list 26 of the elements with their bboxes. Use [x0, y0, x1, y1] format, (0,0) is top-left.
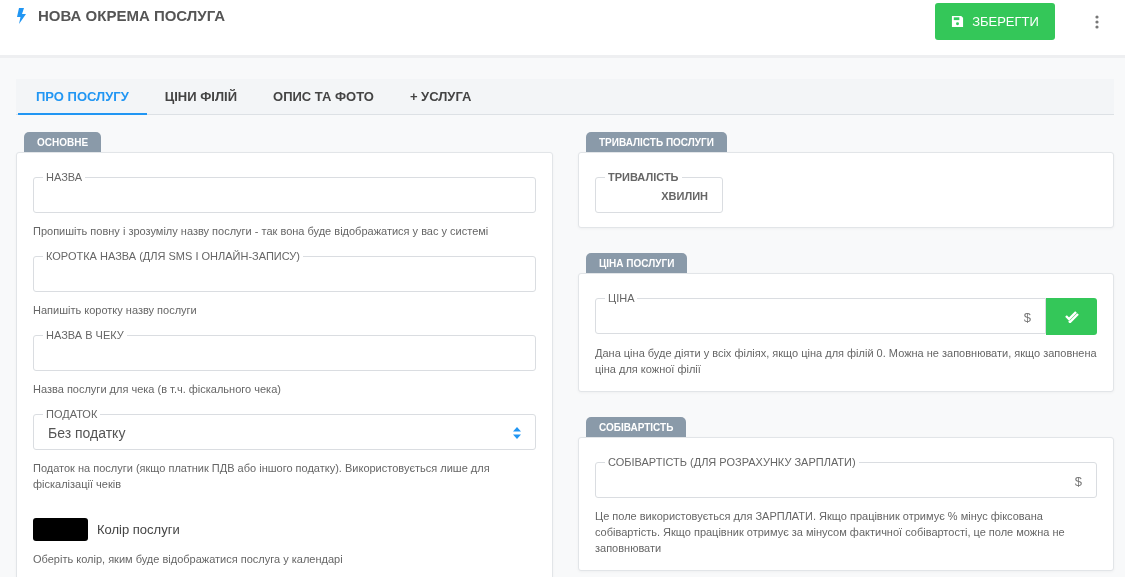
price-field[interactable]: ЦІНА $ — [595, 291, 1046, 334]
page-title: НОВА ОКРЕМА ПОСЛУГА — [38, 7, 226, 24]
color-label: Колір послуги — [97, 522, 180, 537]
select-field[interactable]: ПОДАТОК Без податку — [33, 407, 536, 450]
color-swatch[interactable] — [33, 518, 88, 541]
help-text: Напишіть коротку назву послуги — [33, 303, 198, 318]
tab[interactable]: + УСЛУГА — [391, 79, 490, 115]
help-text: Дана ціна буде діяти у всіх філіях, якщо ціна для філій 0. Можна не заповнювати, якщо заповнена ціна для кожної філії — [595, 346, 1097, 377]
price-field[interactable]: СОБІВАРТІСТЬ (ДЛЯ РОЗРАХУНКУ ЗАРПЛАТИ) $ — [595, 455, 1097, 498]
text-field[interactable]: НАЗВА — [33, 170, 536, 213]
duration-field[interactable]: ТРИВАЛІСТЬ ХВИЛИН — [595, 170, 723, 213]
tab[interactable]: ОПИС ТА ФОТО — [255, 79, 392, 115]
save-icon — [951, 15, 965, 28]
sort-arrows-icon — [513, 427, 521, 439]
lightning-icon — [16, 7, 26, 24]
tab[interactable]: ЦІНИ ФІЛІЙ — [146, 79, 255, 115]
confirm-button[interactable] — [1046, 298, 1097, 335]
text-field[interactable]: НАЗВА В ЧЕКУ — [33, 328, 536, 371]
help-text: Це поле використовується для ЗАРПЛАТИ. Якщо працівник отримує % мінус фіксована собівартість. Якщо працівник отримує за мінусом фактичної собівартості, це поле можна не заповнювати — [595, 509, 1066, 556]
double-check-icon — [1064, 310, 1079, 323]
help-text: Податок на послуги (якщо платник ПДВ або іншого податку). Використовується лише для фіскалізації чеків — [33, 461, 491, 492]
help-text: Назва послуги для чека (в т.ч. фіскального чека) — [33, 382, 282, 397]
more-options-icon[interactable] — [1095, 14, 1099, 29]
help-text: Пропишіть повну і зрозумілу назву послуги - так вона буде відображатися у вас у системі — [33, 224, 490, 239]
text-field[interactable]: КОРОТКА НАЗВА (ДЛЯ SMS І ОНЛАЙН-ЗАПИСУ) — [33, 249, 536, 292]
help-text: Оберіть колір, яким буде відображатися послуга у календарі — [33, 552, 344, 567]
